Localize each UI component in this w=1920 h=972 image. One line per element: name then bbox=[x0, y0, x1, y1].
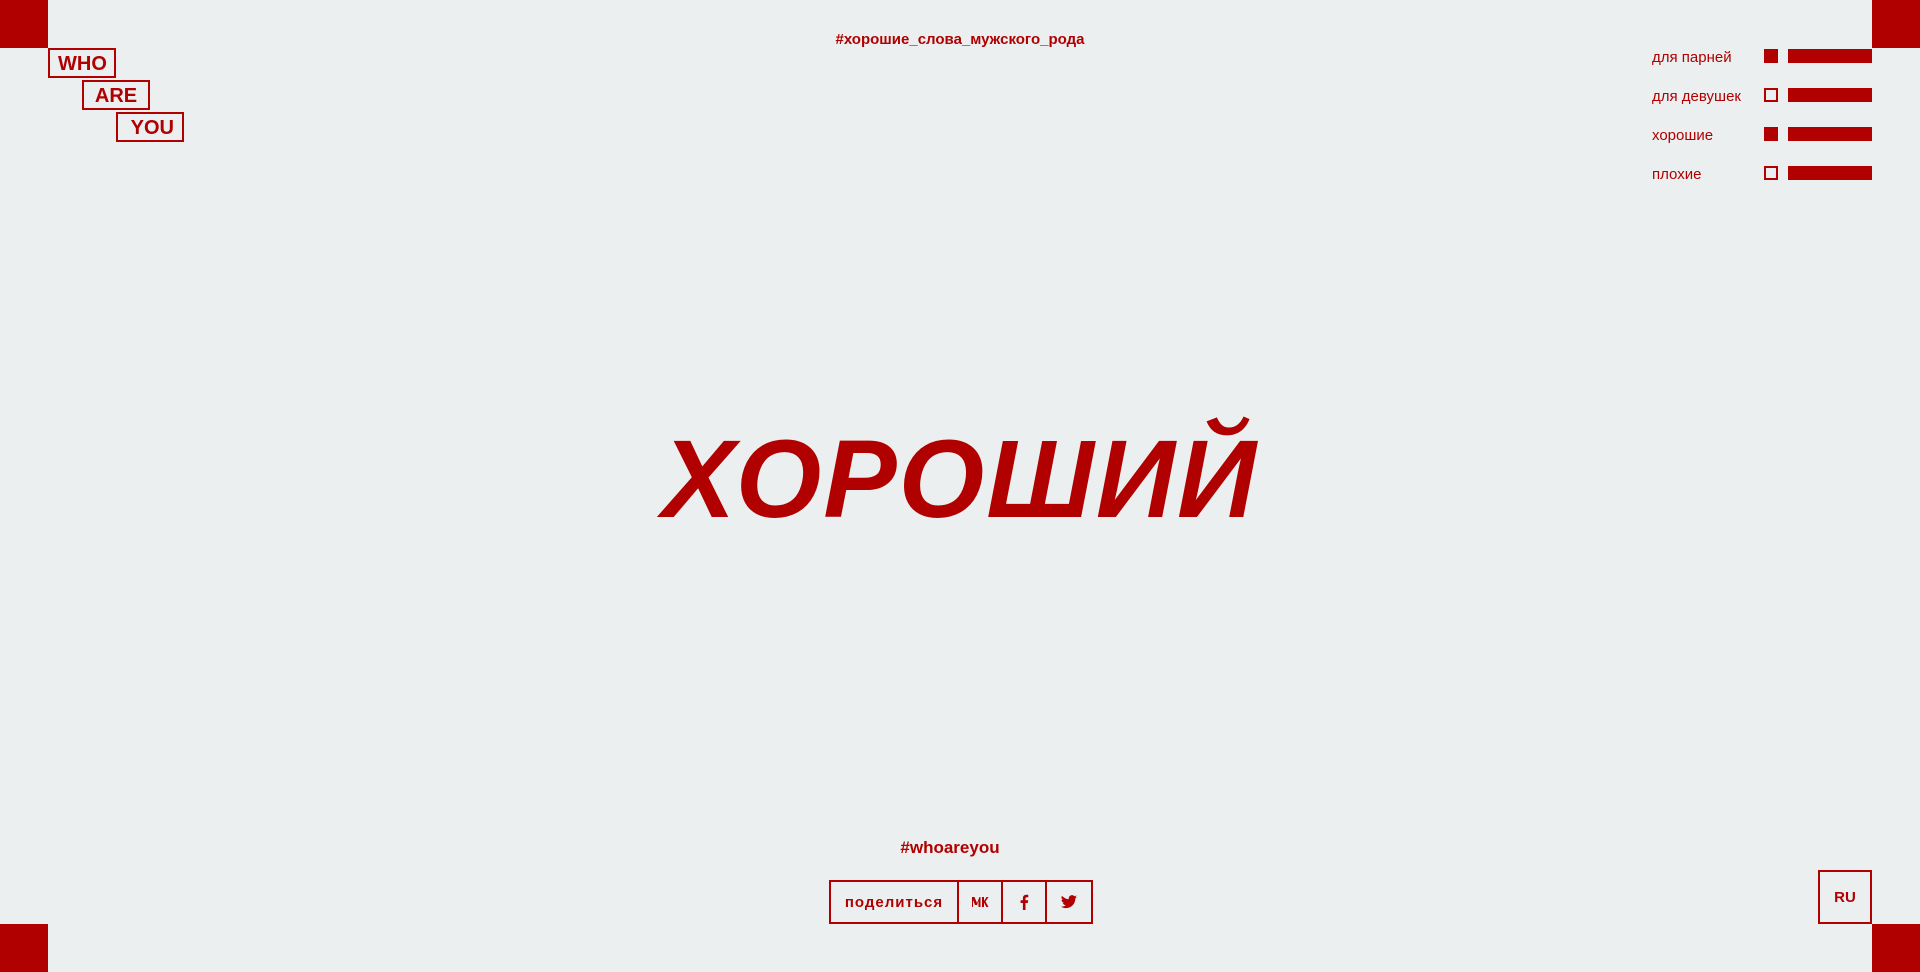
filter-checkbox[interactable] bbox=[1764, 49, 1778, 63]
filter-item-bad[interactable]: плохие bbox=[1652, 164, 1872, 203]
filter-bar bbox=[1788, 127, 1872, 141]
filter-bar bbox=[1788, 49, 1872, 63]
filter-label: хорошие bbox=[1652, 127, 1714, 144]
filter-item-guys[interactable]: для парней bbox=[1652, 47, 1872, 86]
filter-label: для парней bbox=[1652, 49, 1732, 66]
filter-item-good[interactable]: хорошие bbox=[1652, 125, 1872, 164]
top-hashtag: #хорошие_слова_мужского_рода bbox=[835, 31, 1085, 48]
filter-bar bbox=[1788, 166, 1872, 180]
filter-label: для девушек bbox=[1652, 88, 1741, 105]
corner-block-bottom-right bbox=[1872, 924, 1920, 972]
logo-word-are: ARE bbox=[82, 80, 150, 110]
vk-icon[interactable] bbox=[959, 882, 1003, 922]
twitter-icon[interactable] bbox=[1047, 882, 1091, 922]
filter-bar bbox=[1788, 88, 1872, 102]
filter-item-girls[interactable]: для девушек bbox=[1652, 86, 1872, 125]
facebook-icon[interactable] bbox=[1003, 882, 1047, 922]
filter-menu: для парней для девушек хорошие плохие bbox=[1652, 47, 1872, 203]
filter-checkbox[interactable] bbox=[1764, 166, 1778, 180]
filter-label: плохие bbox=[1652, 166, 1702, 183]
share-button[interactable]: поделиться bbox=[831, 882, 959, 922]
filter-checkbox[interactable] bbox=[1764, 127, 1778, 141]
language-button[interactable]: RU bbox=[1818, 870, 1872, 924]
logo-word-who: WHO bbox=[48, 48, 116, 78]
corner-block-bottom-left bbox=[0, 924, 48, 972]
main-word: ХОРОШИЙ bbox=[661, 418, 1259, 541]
page: WHO ARE YOU #хорошие_слова_мужского_рода… bbox=[0, 0, 1920, 972]
share-bar: поделиться bbox=[829, 880, 1093, 924]
bottom-hashtag: #whoareyou bbox=[900, 838, 1000, 857]
filter-checkbox[interactable] bbox=[1764, 88, 1778, 102]
logo-word-you: YOU bbox=[116, 112, 184, 142]
